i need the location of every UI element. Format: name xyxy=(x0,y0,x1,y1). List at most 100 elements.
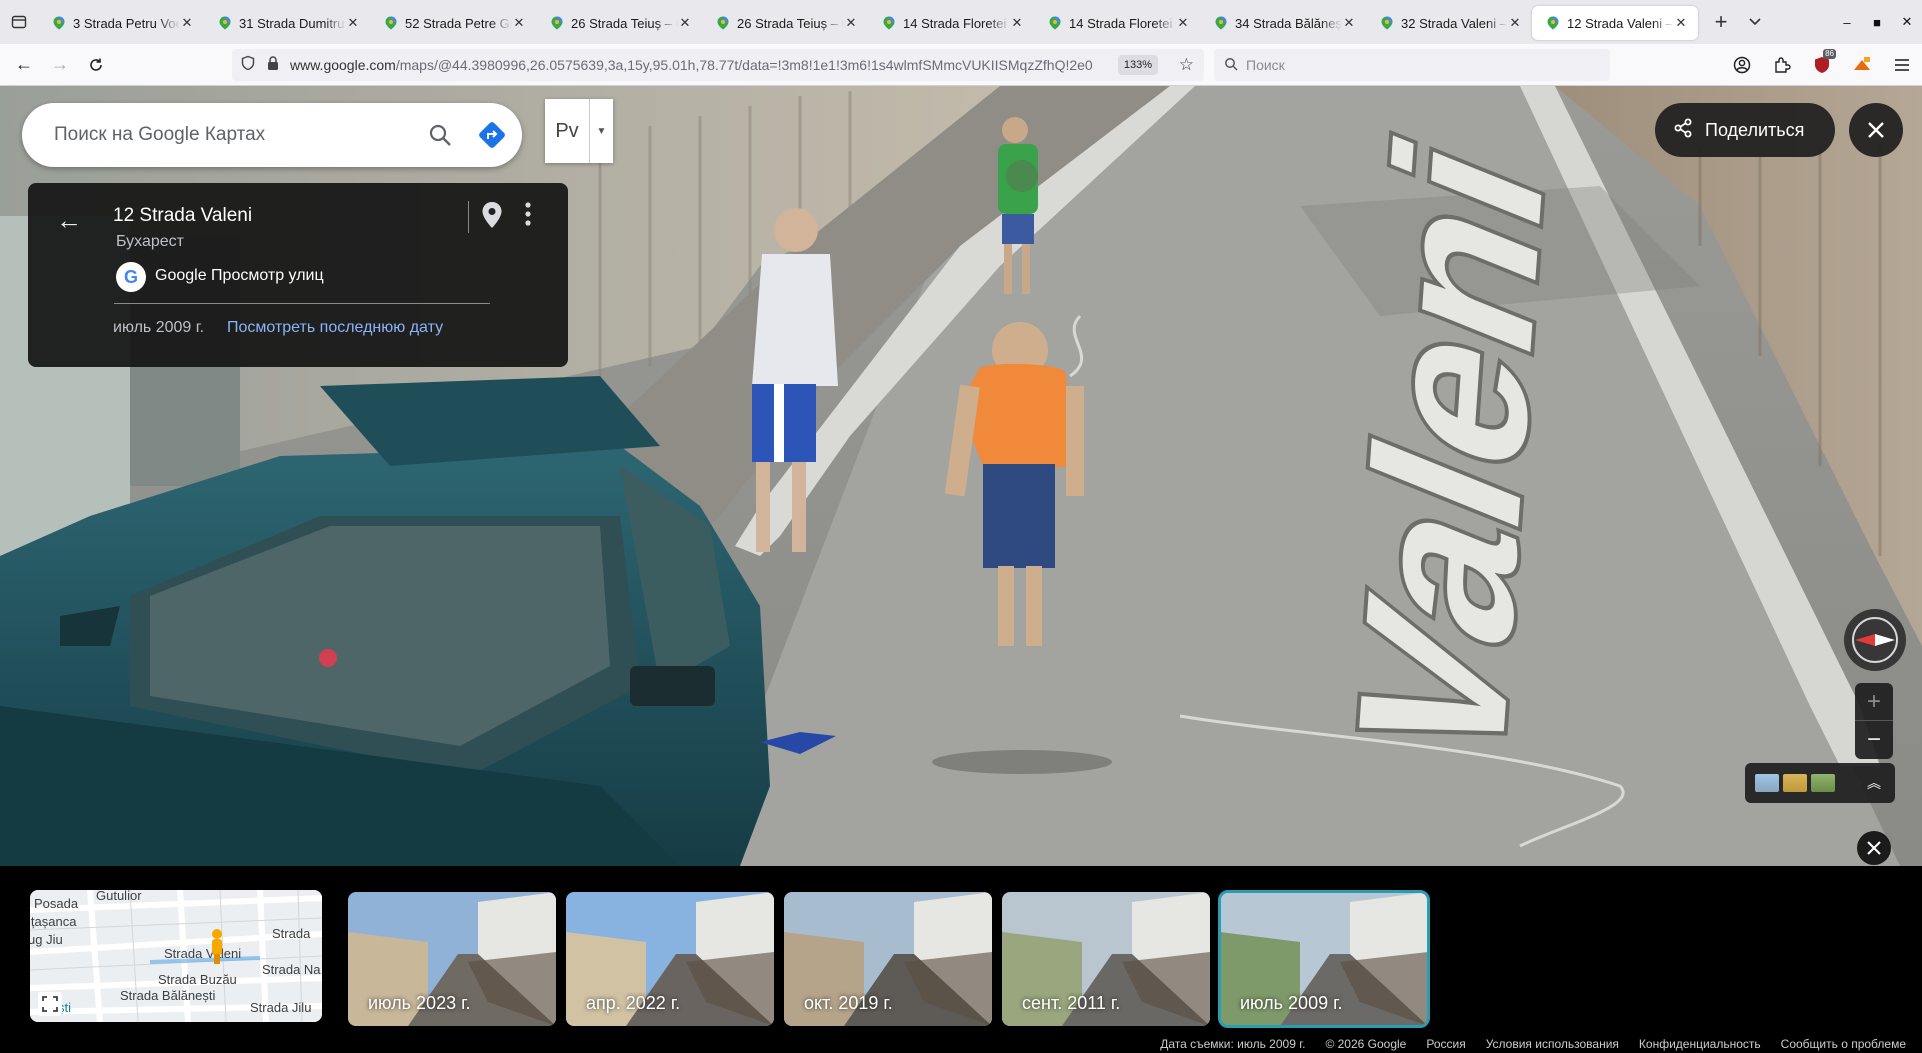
extension-fox-icon[interactable] xyxy=(1842,44,1882,86)
google-maps-favicon-icon xyxy=(551,16,563,30)
google-logo-icon: G xyxy=(116,262,146,292)
pegman-icon[interactable] xyxy=(206,928,228,968)
compass-control[interactable] xyxy=(1844,609,1906,671)
browser-tab[interactable]: 12 Strada Valeni – K ✕ xyxy=(1532,6,1698,40)
forward-button[interactable]: → xyxy=(42,49,78,81)
expand-map-icon[interactable] xyxy=(38,992,62,1016)
browser-tab[interactable]: 34 Strada Bălănești ✕ xyxy=(1200,6,1366,40)
share-label: Поделиться xyxy=(1705,119,1805,140)
list-all-tabs-icon[interactable] xyxy=(1738,5,1772,39)
google-maps-favicon-icon xyxy=(385,16,397,30)
imagery-layers-control[interactable]: ︽ xyxy=(1745,763,1895,803)
tab-list-icon[interactable] xyxy=(0,0,38,44)
timeline-thumbnail[interactable]: апр. 2022 г. xyxy=(566,892,774,1026)
google-maps-favicon-icon xyxy=(717,16,729,30)
zoom-level-badge[interactable]: 133% xyxy=(1117,55,1158,75)
map-pin-icon[interactable] xyxy=(481,201,503,234)
browser-tab[interactable]: 32 Strada Valeni – K ✕ xyxy=(1366,6,1532,40)
imagery-source: Google Просмотр улиц xyxy=(155,267,324,284)
close-tab-icon[interactable]: ✕ xyxy=(180,15,194,31)
browser-tab[interactable]: 3 Strada Petru Vodă ✕ xyxy=(38,6,204,40)
browser-tab[interactable]: 26 Strada Teiuș – G ✕ xyxy=(536,6,702,40)
mini-map[interactable]: Posada Gutulior ițașanca ug Jiu Strada S… xyxy=(30,890,322,1022)
minimize-window-button[interactable]: – xyxy=(1832,0,1862,44)
google-maps-favicon-icon xyxy=(1215,16,1227,30)
map-label: Gutulior xyxy=(96,890,142,903)
tab-title: 14 Strada Floretei – xyxy=(1069,15,1176,31)
tab-bar: 3 Strada Petru Vodă ✕ 31 Strada Dumitru ✕ 52… xyxy=(0,0,1922,44)
zoom-control: + − xyxy=(1855,683,1893,759)
map-label: ug Jiu xyxy=(30,932,63,947)
close-tab-icon[interactable]: ✕ xyxy=(1176,15,1190,31)
street-view-panorama[interactable]: Valeni Поиск на Google Картах Рv ▼ ← 12 … xyxy=(0,86,1922,866)
google-maps-favicon-icon xyxy=(883,16,895,30)
address-bar[interactable]: www.google.com/maps/@44.3980996,26.05756… xyxy=(232,49,1204,81)
app-menu-icon[interactable] xyxy=(1882,44,1922,86)
reload-button[interactable] xyxy=(78,49,114,81)
search-icon[interactable] xyxy=(418,123,462,147)
back-arrow-icon[interactable]: ← xyxy=(56,205,82,236)
tab-title: 34 Strada Bălănești xyxy=(1235,15,1342,31)
footer-country-link[interactable]: Россия xyxy=(1426,1037,1465,1051)
close-timeline-button[interactable] xyxy=(1857,831,1891,865)
language-label: Рv xyxy=(555,119,579,142)
map-label: Strada Jilu xyxy=(250,1000,312,1015)
new-tab-button[interactable]: + xyxy=(1704,5,1738,39)
directions-icon[interactable] xyxy=(462,121,522,149)
maps-search-box[interactable]: Поиск на Google Картах xyxy=(22,103,522,167)
close-tab-icon[interactable]: ✕ xyxy=(512,15,526,31)
tracking-shield-icon[interactable] xyxy=(240,55,256,76)
map-label: Strada xyxy=(272,926,311,941)
timeline-thumbnail[interactable]: июль 2009 г. xyxy=(1218,890,1430,1028)
close-tab-icon[interactable]: ✕ xyxy=(678,15,692,31)
map-label: Posada xyxy=(34,896,79,911)
expand-up-icon[interactable]: ︽ xyxy=(1867,773,1881,793)
timeline-thumbnail[interactable]: июль 2023 г. xyxy=(348,892,556,1026)
maximize-window-button[interactable]: ■ xyxy=(1862,0,1892,44)
browser-tab[interactable]: 26 Strada Teiuș – G ✕ xyxy=(702,6,868,40)
timeline-thumbnail[interactable]: окт. 2019 г. xyxy=(784,892,992,1026)
timeline-date-label: окт. 2019 г. xyxy=(804,993,893,1013)
extensions-puzzle-icon[interactable] xyxy=(1762,44,1802,86)
see-latest-date-link[interactable]: Посмотреть последнюю дату xyxy=(227,319,443,337)
close-tab-icon[interactable]: ✕ xyxy=(1342,15,1356,31)
google-maps-favicon-icon xyxy=(1049,16,1061,30)
capture-date: июль 2009 г. xyxy=(113,319,205,336)
close-tab-icon[interactable]: ✕ xyxy=(1010,15,1024,31)
footer-terms-link[interactable]: Условия использования xyxy=(1486,1037,1619,1051)
ublock-extension-icon[interactable]: 86 xyxy=(1802,44,1842,86)
close-tab-icon[interactable]: ✕ xyxy=(1508,15,1522,31)
back-button[interactable]: ← xyxy=(6,49,42,81)
close-tab-icon[interactable]: ✕ xyxy=(1674,15,1688,31)
account-icon[interactable] xyxy=(1722,44,1762,86)
close-tab-icon[interactable]: ✕ xyxy=(346,15,360,31)
layer-thumbnail[interactable] xyxy=(1811,774,1835,792)
timeline-date-label: апр. 2022 г. xyxy=(586,993,681,1013)
layer-thumbnail[interactable] xyxy=(1783,774,1807,792)
browser-tab[interactable]: 31 Strada Dumitru ✕ xyxy=(204,6,370,40)
bookmark-star-icon[interactable]: ☆ xyxy=(1179,55,1194,75)
share-button[interactable]: Поделиться xyxy=(1655,103,1835,157)
zoom-out-button[interactable]: − xyxy=(1855,721,1893,759)
more-options-icon[interactable] xyxy=(524,201,532,232)
map-label: Strada Buzău xyxy=(158,972,237,987)
close-tab-icon[interactable]: ✕ xyxy=(844,15,858,31)
timeline-thumbnail[interactable]: сент. 2011 г. xyxy=(1002,892,1210,1026)
layer-thumbnail[interactable] xyxy=(1755,774,1779,792)
share-icon xyxy=(1673,118,1693,143)
divider xyxy=(468,201,469,233)
lock-icon[interactable] xyxy=(266,55,280,76)
dropdown-caret-icon[interactable]: ▼ xyxy=(589,99,613,163)
browser-tab[interactable]: 14 Strada Floretei – ✕ xyxy=(1034,6,1200,40)
browser-tab[interactable]: 14 Strada Floretei – ✕ xyxy=(868,6,1034,40)
footer-report-link[interactable]: Сообщить о проблеме xyxy=(1781,1037,1906,1051)
zoom-in-button[interactable]: + xyxy=(1855,683,1893,721)
language-selector[interactable]: Рv ▼ xyxy=(545,99,613,163)
close-window-button[interactable]: ✕ xyxy=(1892,0,1922,44)
tab-title: 26 Strada Teiuș – G xyxy=(571,15,678,31)
browser-tab[interactable]: 52 Strada Petre Gri ✕ xyxy=(370,6,536,40)
browser-search-input[interactable]: Поиск xyxy=(1214,49,1610,81)
footer-privacy-link[interactable]: Конфиденциальность xyxy=(1639,1037,1761,1051)
close-street-view-button[interactable] xyxy=(1849,103,1903,157)
search-engine-icon[interactable] xyxy=(1224,57,1238,74)
